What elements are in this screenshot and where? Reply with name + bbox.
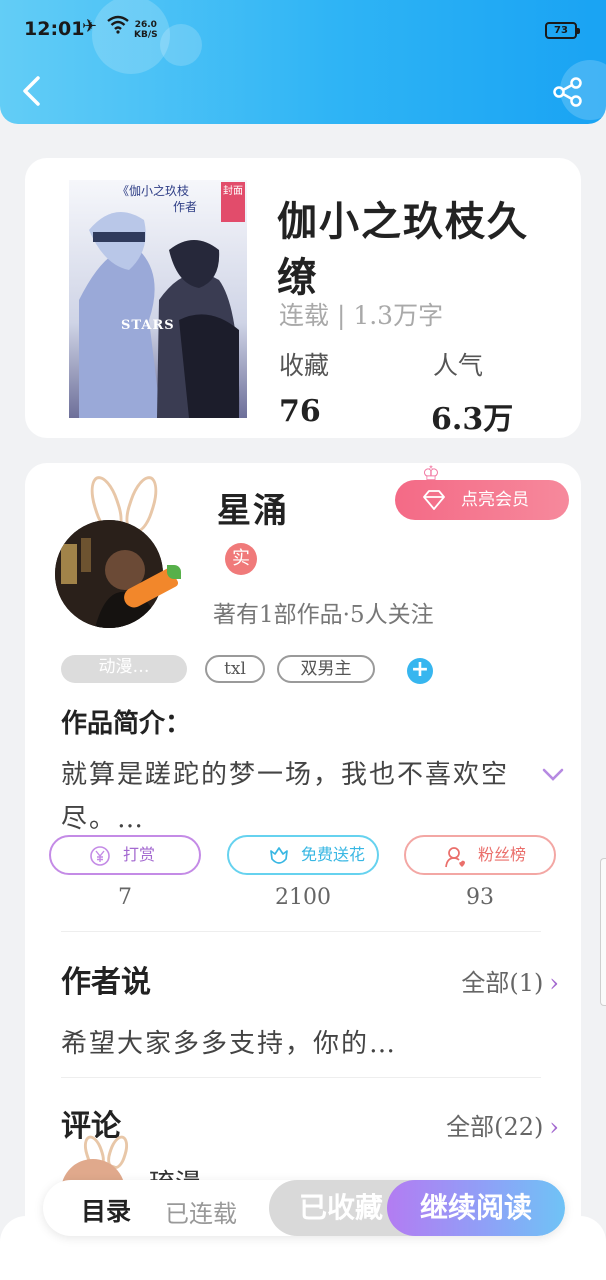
tag-filled[interactable]: 动漫… bbox=[61, 655, 187, 683]
airplane-icon: ✈ bbox=[82, 16, 98, 37]
header: 12:01 ✈ 26.0 KB/S 73 bbox=[0, 0, 606, 124]
fans-ranking-button[interactable]: 粉丝榜 bbox=[404, 835, 556, 875]
book-info-card: 《伽小之玖枝 作者 封面 STARS 伽小之玖枝久缭 连载 | 1.3万字 收藏… bbox=[25, 158, 581, 438]
flower-icon bbox=[270, 847, 288, 864]
book-title: 伽小之玖枝久缭 bbox=[277, 198, 529, 301]
stat-value-favorites: 76 bbox=[279, 394, 321, 429]
verified-badge: 实 bbox=[225, 543, 257, 575]
flower-count: 2100 bbox=[275, 885, 331, 910]
vip-button[interactable]: 点亮会员 bbox=[395, 480, 569, 520]
stat-label-popularity: 人气 bbox=[433, 351, 484, 380]
author-stats: 著有1部作品·5人关注 bbox=[213, 602, 434, 628]
stat-label-favorites: 收藏 bbox=[279, 351, 330, 380]
share-icon bbox=[553, 77, 582, 107]
cover-art-text: STARS bbox=[121, 318, 175, 333]
wifi-icon bbox=[106, 14, 130, 39]
author-avatar[interactable] bbox=[55, 520, 163, 628]
chevron-right-icon: › bbox=[549, 969, 559, 997]
chevron-right-icon: › bbox=[549, 1113, 559, 1141]
cover-badge: 封面 bbox=[221, 182, 245, 222]
book-meta: 连载 | 1.3万字 bbox=[279, 301, 444, 330]
diamond-icon bbox=[423, 490, 445, 510]
decor-bubble bbox=[160, 24, 202, 66]
scrollbar[interactable] bbox=[600, 858, 606, 1006]
decor-bubble bbox=[92, 0, 170, 74]
comments-more-label: 全部(22) bbox=[446, 1113, 544, 1141]
vip-button-label: 点亮会员 bbox=[461, 490, 529, 510]
fans-icon bbox=[445, 847, 465, 868]
author-says-more-link[interactable]: 全部(1) › bbox=[461, 963, 559, 998]
battery-icon: 73 bbox=[545, 22, 580, 39]
carrot-leaf-decor bbox=[167, 565, 181, 579]
book-cover[interactable]: 《伽小之玖枝 作者 封面 STARS bbox=[69, 180, 247, 418]
status-time: 12:01 bbox=[24, 18, 85, 40]
tip-button[interactable]: 打赏 bbox=[49, 835, 201, 875]
chevron-left-icon bbox=[23, 76, 40, 106]
tip-count: 7 bbox=[118, 885, 132, 910]
serial-status: 已连载 bbox=[165, 1200, 237, 1228]
author-says-more-label: 全部(1) bbox=[461, 969, 544, 997]
back-button[interactable] bbox=[18, 74, 48, 108]
continue-reading-button[interactable]: 继续阅读 bbox=[387, 1180, 565, 1236]
network-speed-value: 26.0 bbox=[134, 20, 157, 30]
network-speed-unit: KB/S bbox=[134, 30, 158, 40]
tip-button-label: 打赏 bbox=[123, 845, 156, 864]
divider bbox=[61, 931, 541, 932]
send-flower-button[interactable]: 免费送花 bbox=[227, 835, 379, 875]
stat-value-popularity: 6.3万 bbox=[431, 402, 514, 437]
author-card: 星涌 实 著有1部作品·5人关注 ♔ 点亮会员 动漫… txl 双男主 + 作品… bbox=[25, 461, 581, 1263]
intro-title: 作品简介： bbox=[61, 709, 192, 739]
add-tag-button[interactable]: + bbox=[407, 658, 433, 684]
yen-icon bbox=[90, 846, 110, 866]
cover-title: 《伽小之玖枝 bbox=[117, 184, 190, 198]
divider bbox=[61, 1077, 541, 1078]
share-button[interactable] bbox=[552, 76, 584, 108]
author-name[interactable]: 星涌 bbox=[217, 483, 289, 532]
author-says-text[interactable]: 希望大家多多支持，你的… bbox=[61, 1023, 397, 1060]
intro-text: 就算是蹉跎的梦一场，我也不喜欢空尽。… bbox=[61, 760, 510, 834]
catalog-button[interactable]: 目录 bbox=[81, 1192, 131, 1228]
network-speed: 26.0 KB/S bbox=[134, 20, 158, 40]
fans-ranking-button-label: 粉丝榜 bbox=[478, 845, 527, 864]
fans-count: 93 bbox=[466, 885, 494, 910]
bottom-action-bar: 目录 已连载 已收藏 继续阅读 bbox=[43, 1180, 565, 1236]
send-flower-button-label: 免费送花 bbox=[301, 845, 366, 864]
comments-more-link[interactable]: 全部(22) › bbox=[446, 1107, 559, 1142]
chevron-down-icon[interactable] bbox=[541, 767, 565, 783]
author-says-title: 作者说 bbox=[61, 965, 151, 1000]
tag-txl[interactable]: txl bbox=[205, 655, 265, 683]
avatar-photo bbox=[55, 520, 163, 628]
tag-double-male[interactable]: 双男主 bbox=[277, 655, 375, 683]
cover-subtitle: 作者 bbox=[173, 200, 198, 214]
